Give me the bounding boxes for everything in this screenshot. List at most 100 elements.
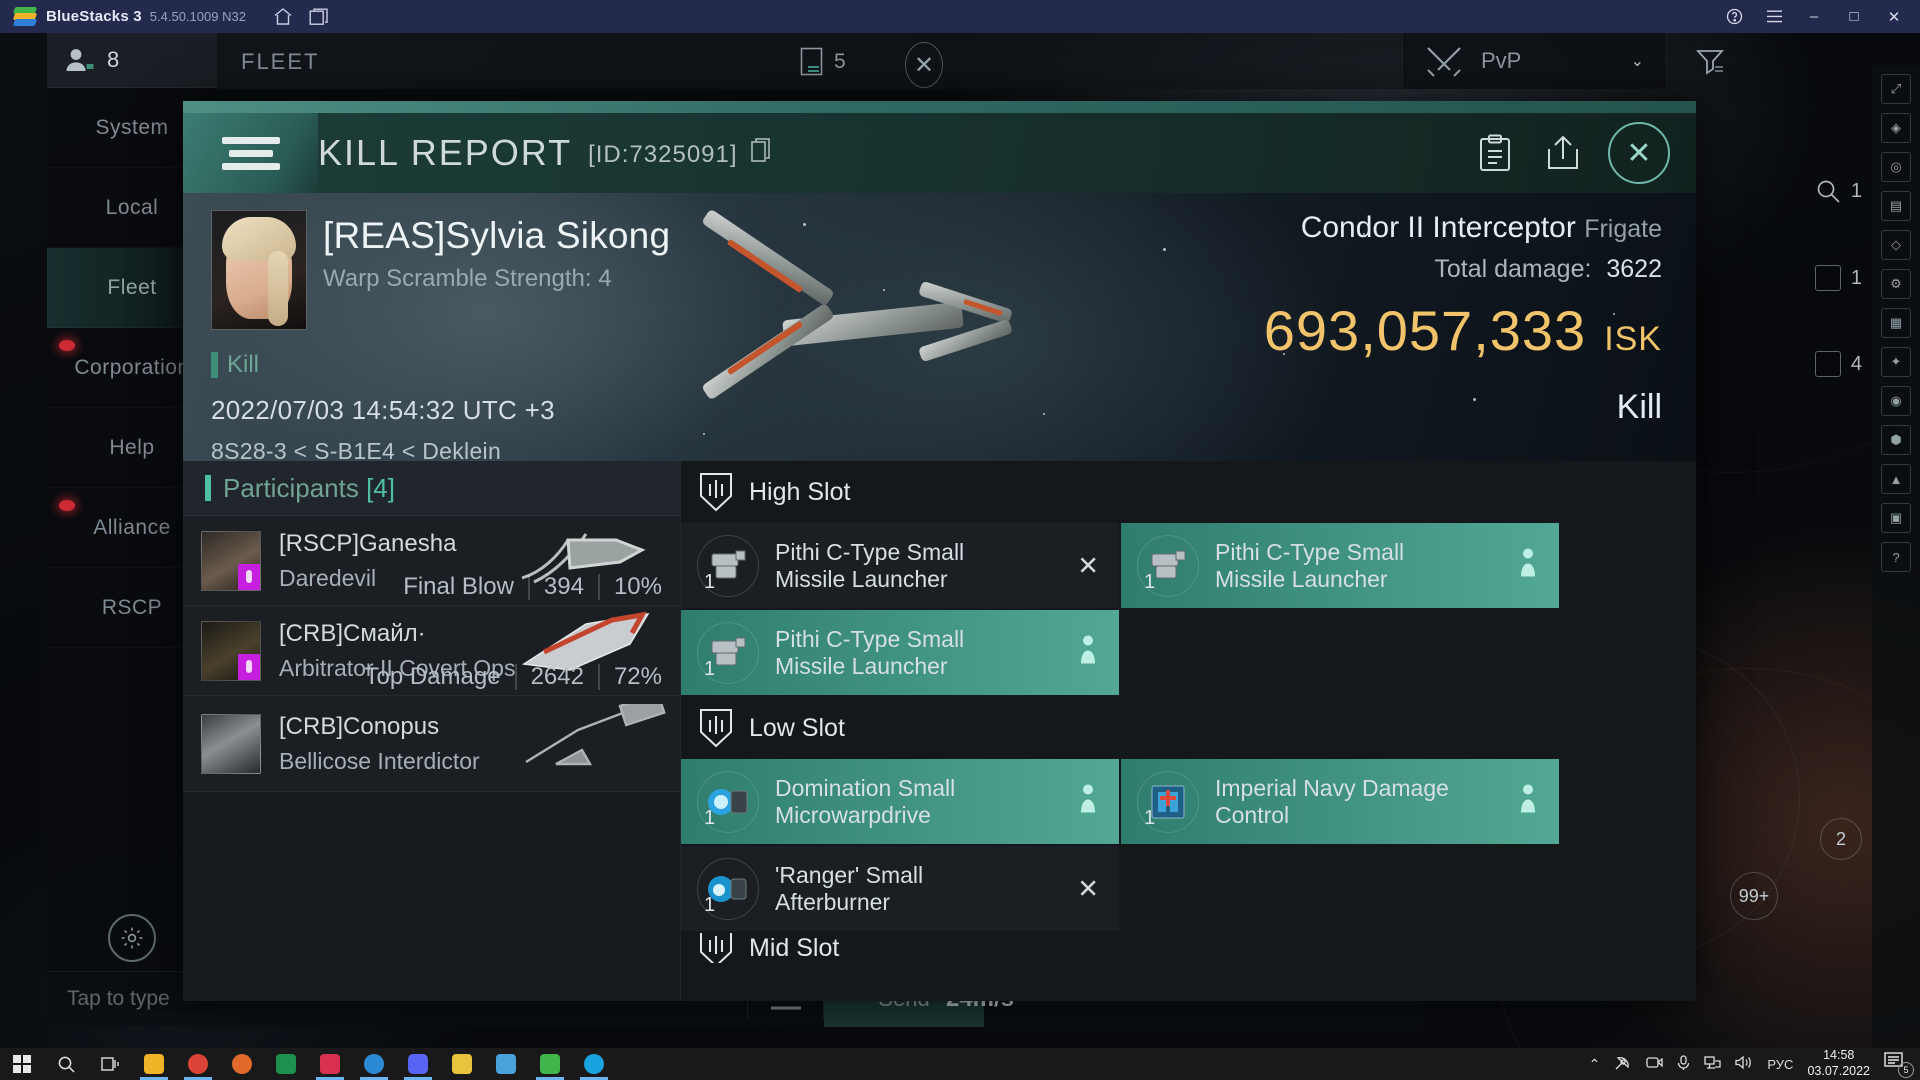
user-count-value: 8: [107, 47, 120, 72]
rail-cargo-icon[interactable]: ▤: [1881, 191, 1911, 221]
rail-chat-icon[interactable]: ◉: [1881, 386, 1911, 416]
total-damage-value: 3622: [1606, 255, 1662, 283]
search-icon[interactable]: [44, 1048, 88, 1080]
rail-expand-icon[interactable]: ⤢: [1881, 74, 1911, 104]
camera-icon[interactable]: [1646, 1055, 1664, 1073]
taskbar-app-edge-browser[interactable]: [352, 1048, 396, 1080]
window-controls: – □ ✕: [1714, 1, 1914, 33]
rail-drone-icon[interactable]: ◇: [1881, 230, 1911, 260]
avatar[interactable]: [211, 210, 307, 330]
table-row[interactable]: [CRB]Conopus Bellicose Interdictor: [183, 692, 680, 792]
microphone-icon[interactable]: [1677, 1054, 1690, 1074]
filter-icon: [1695, 50, 1725, 75]
role-badge-icon: [238, 563, 260, 590]
fitting-section-title: Mid Slot: [749, 933, 840, 962]
rail-help-icon[interactable]: ?: [1881, 542, 1911, 572]
volume-icon[interactable]: [1735, 1055, 1753, 1073]
hud-badge-secondary[interactable]: 2: [1820, 818, 1862, 860]
module-qty: 1: [704, 806, 716, 829]
taskbar-app-google-chrome[interactable]: [176, 1048, 220, 1080]
rail-skills-icon[interactable]: ▲: [1881, 464, 1911, 494]
menu-icon[interactable]: [1754, 1, 1794, 33]
ship-name-text: Condor II Interceptor: [1300, 211, 1576, 244]
taskbar-app-mail-client[interactable]: [308, 1048, 352, 1080]
rail-mission-icon[interactable]: ✦: [1881, 347, 1911, 377]
right-stat-chip[interactable]: 1: [1814, 265, 1862, 291]
module-slot[interactable]: 1 Imperial Navy Damage Control: [1121, 759, 1559, 844]
hud-badge-count[interactable]: 99+: [1730, 872, 1778, 920]
module-name: Pithi C-Type Small Missile Launcher: [775, 538, 965, 592]
module-slot[interactable]: 1 Domination Small Microwarpdrive: [681, 759, 1119, 844]
modal-menu-button[interactable]: [183, 136, 318, 170]
right-stat-chip[interactable]: 4: [1814, 351, 1862, 377]
sidebar-item-label: Corporation: [74, 355, 190, 379]
module-slot[interactable]: 1 Pithi C-Type Small Missile Launcher: [1121, 523, 1559, 608]
taskbar-app-spreadsheet[interactable]: [264, 1048, 308, 1080]
topbar-close-icon[interactable]: ✕: [905, 42, 943, 88]
participants-header-label: Participants [4]: [223, 473, 395, 504]
total-damage-label: Total damage:: [1434, 255, 1592, 283]
sidebar-user-count[interactable]: 8: [47, 33, 217, 88]
taskbar-app-notes[interactable]: [440, 1048, 484, 1080]
rail-wallet-icon[interactable]: ▣: [1881, 503, 1911, 533]
notification-center-button[interactable]: 5: [1884, 1052, 1914, 1078]
rail-industry-icon[interactable]: ⬢: [1881, 425, 1911, 455]
participants-title: Participants: [223, 472, 359, 503]
task-view-icon[interactable]: [88, 1048, 132, 1080]
windows-taskbar: ⌃ РУС 14:58 03.07.2022 5: [0, 1048, 1920, 1080]
sidebar-item-label: Alliance: [93, 515, 171, 539]
report-icon: [800, 47, 823, 76]
share-icon[interactable]: [1540, 130, 1586, 176]
rail-fitting-icon[interactable]: ⚙: [1881, 269, 1911, 299]
rail-map-icon[interactable]: ◈: [1881, 113, 1911, 143]
rail-market-icon[interactable]: ▦: [1881, 308, 1911, 338]
module-slot[interactable]: 1 Pithi C-Type Small Missile Launcher ✕: [681, 523, 1119, 608]
damage-control-icon: 1: [1137, 770, 1199, 833]
module-name: Pithi C-Type Small Missile Launcher: [775, 625, 965, 679]
multi-instance-icon[interactable]: [304, 4, 334, 30]
participant-ship: Bellicose Interdictor: [279, 747, 480, 774]
taskbar-app-file-explorer[interactable]: [132, 1048, 176, 1080]
maximize-button[interactable]: □: [1834, 1, 1874, 33]
filter-button[interactable]: [1690, 43, 1730, 81]
module-slot[interactable]: 1 Pithi C-Type Small Missile Launcher: [681, 610, 1119, 695]
bluestacks-title: BlueStacks 3: [46, 8, 142, 25]
windows-start-icon[interactable]: [0, 1048, 44, 1080]
help-icon[interactable]: [1714, 1, 1754, 33]
taskbar-app-explorer-window[interactable]: [484, 1048, 528, 1080]
isk-value: 693,057,333: [1263, 299, 1587, 362]
table-row[interactable]: [CRB]Смайл· Arbitrator II Covert Ops Top…: [183, 606, 680, 696]
language-indicator[interactable]: РУС: [1767, 1057, 1793, 1072]
module-destroyed-icon: ✕: [1077, 550, 1099, 580]
network-icon[interactable]: [1704, 1055, 1722, 1073]
sidebar-item-label: RSCP: [101, 595, 163, 619]
pvp-mode-selector[interactable]: PvP ⌄: [1402, 33, 1667, 89]
close-button[interactable]: ✕: [1874, 1, 1914, 33]
clipboard-icon[interactable]: [1472, 130, 1518, 176]
low-slot-grid: 1 Domination Small Microwarpdrive 1 Impe…: [681, 759, 1696, 933]
taskbar-app-skype[interactable]: [572, 1048, 616, 1080]
report-count-indicator[interactable]: 5: [800, 47, 846, 77]
satellite-icon[interactable]: [1614, 1055, 1632, 1074]
game-right-rail: ⤢ ◈ ◎ ▤ ◇ ⚙ ▦ ✦ ◉ ⬢ ▲ ▣ ?: [1872, 66, 1920, 1048]
participants-header: Participants [4]: [183, 461, 680, 516]
tray-chevron-icon[interactable]: ⌃: [1589, 1056, 1601, 1073]
taskbar-app-bluestacks[interactable]: [528, 1048, 572, 1080]
fitting-section-title: Low Slot: [749, 713, 845, 742]
taskbar-clock[interactable]: 14:58 03.07.2022: [1807, 1048, 1870, 1079]
module-slot[interactable]: 1 'Ranger' Small Afterburner ✕: [681, 846, 1119, 931]
taskbar-app-audio-editor[interactable]: [220, 1048, 264, 1080]
modal-actions: ✕: [1472, 122, 1696, 184]
minimize-button[interactable]: –: [1794, 1, 1834, 33]
right-stat-chip[interactable]: 1: [1815, 178, 1862, 204]
page-title: KILL REPORT: [318, 132, 573, 173]
table-row[interactable]: [RSCP]Ganesha Daredevil Final Blow 394 1…: [183, 516, 680, 606]
victim-hero-panel: [REAS]Sylvia Sikong Warp Scramble Streng…: [183, 193, 1696, 461]
close-icon[interactable]: ✕: [1608, 122, 1670, 184]
modal-header: KILL REPORT [ID:7325091] ✕: [183, 113, 1696, 193]
magnifier-icon: [1817, 180, 1840, 203]
taskbar-app-discord[interactable]: [396, 1048, 440, 1080]
home-icon[interactable]: [268, 4, 298, 30]
rail-target-icon[interactable]: ◎: [1881, 152, 1911, 182]
copy-icon[interactable]: [751, 137, 771, 168]
